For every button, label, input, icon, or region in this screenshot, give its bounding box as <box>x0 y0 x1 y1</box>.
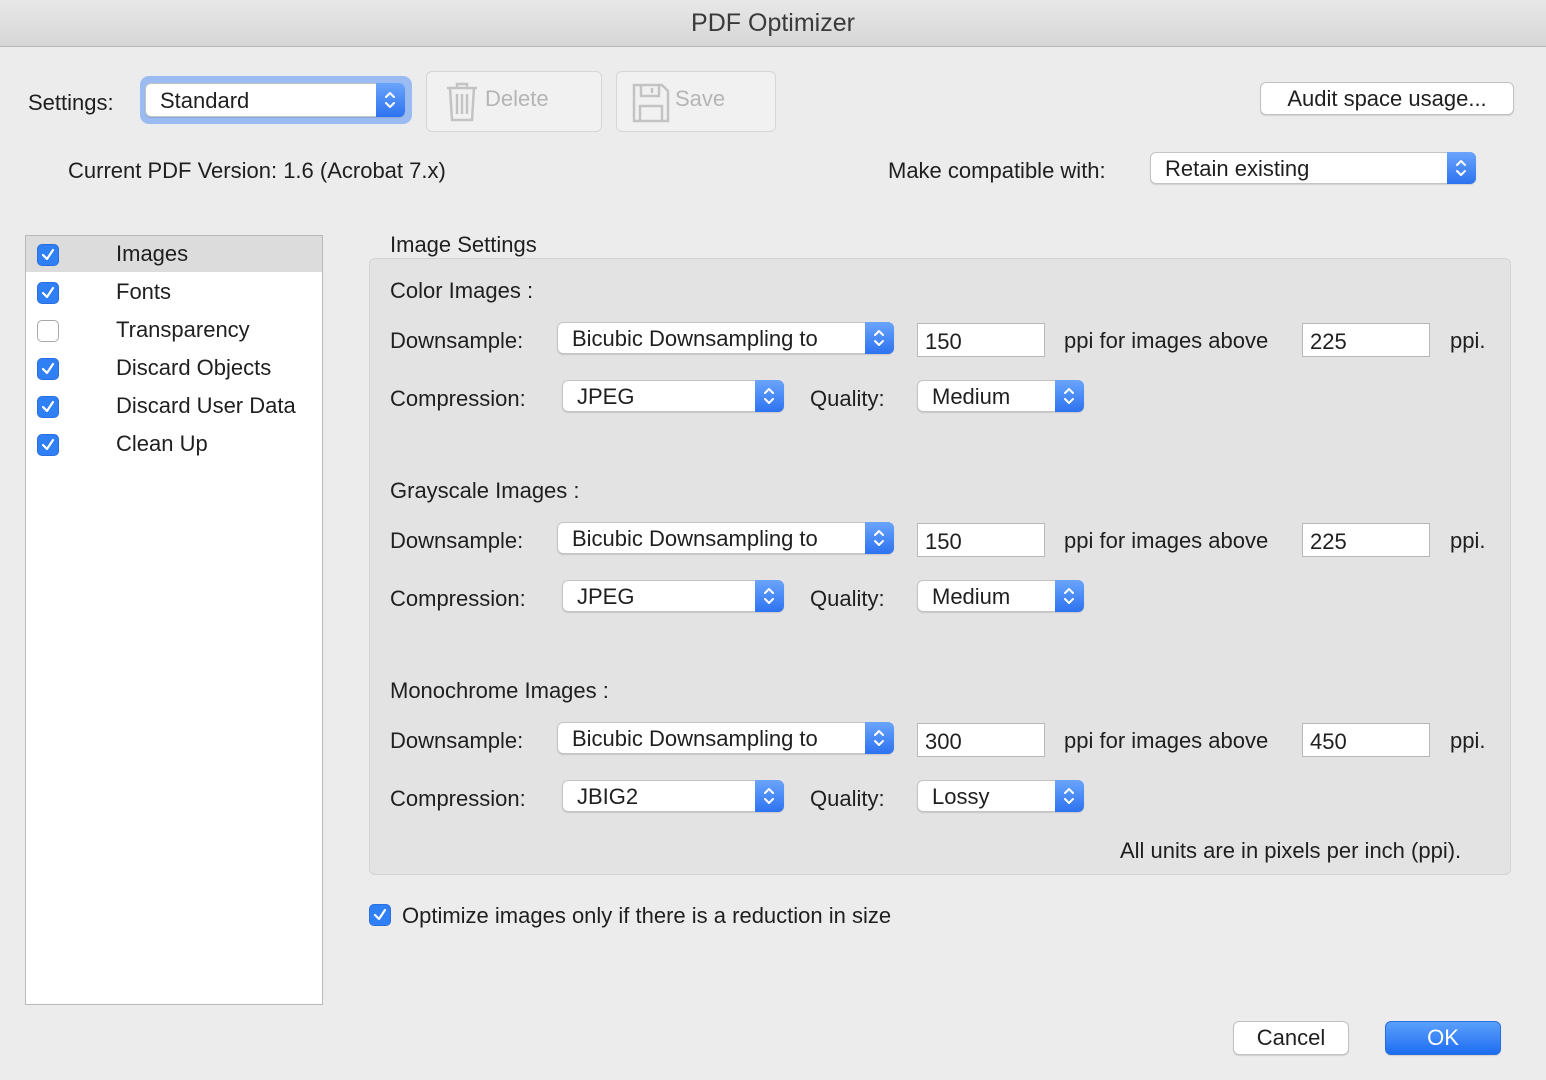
panel-item-discard-objects[interactable]: Discard Objects <box>26 350 322 386</box>
make-compatible-label: Make compatible with: <box>888 158 1106 183</box>
chevron-updown-icon <box>755 780 784 812</box>
panel-item-fonts[interactable]: Fonts <box>26 274 322 310</box>
panel-item-clean-up[interactable]: Clean Up <box>26 426 322 462</box>
ppi-end-label: ppi. <box>1450 528 1486 553</box>
grayscale-ppi-input[interactable]: 150 <box>917 523 1045 557</box>
color-compression-select[interactable]: JPEG <box>562 380 784 412</box>
chevron-updown-icon <box>1055 580 1084 612</box>
panel-item-fonts-checkbox[interactable] <box>37 282 59 304</box>
panel-item-clean-up-checkbox[interactable] <box>37 434 59 456</box>
grayscale-quality-select[interactable]: Medium <box>917 580 1084 612</box>
chevron-updown-icon <box>865 322 894 354</box>
save-button[interactable]: Save <box>616 71 776 132</box>
chevron-updown-icon <box>1447 152 1476 184</box>
grayscale-compression-value: JPEG <box>577 584 635 609</box>
panel-item-label: Clean Up <box>116 431 208 456</box>
ppi-end-label: ppi. <box>1450 728 1486 753</box>
panel-item-label: Fonts <box>116 279 172 304</box>
panel-item-label: Images <box>116 241 189 266</box>
monochrome-compression-value: JBIG2 <box>577 784 639 809</box>
save-button-label: Save <box>675 86 726 111</box>
monochrome-downsample-value: Bicubic Downsampling to <box>572 726 818 751</box>
settings-select[interactable]: Standard <box>145 83 405 117</box>
monochrome-quality-select[interactable]: Lossy <box>917 780 1084 812</box>
image-settings-title: Image Settings <box>390 232 537 257</box>
delete-button-label: Delete <box>485 86 549 111</box>
window-titlebar: PDF Optimizer <box>0 0 1546 47</box>
window-title: PDF Optimizer <box>691 8 855 37</box>
make-compatible-value: Retain existing <box>1165 156 1310 181</box>
downsample-label: Downsample: <box>390 728 524 753</box>
optimize-only-label: Optimize images only if there is a reduc… <box>402 903 892 928</box>
ppi-end-label: ppi. <box>1450 328 1486 353</box>
downsample-label: Downsample: <box>390 328 524 353</box>
chevron-updown-icon <box>376 83 405 117</box>
monochrome-quality-value: Lossy <box>932 784 990 809</box>
ppi-above-label: ppi for images above <box>1064 528 1269 553</box>
color-ppi-input[interactable]: 150 <box>917 323 1045 357</box>
compression-label: Compression: <box>390 786 526 811</box>
floppy-disk-icon <box>631 82 671 130</box>
make-compatible-select[interactable]: Retain existing <box>1150 152 1476 184</box>
chevron-updown-icon <box>755 580 784 612</box>
monochrome-above-input[interactable]: 450 <box>1302 723 1430 757</box>
chevron-updown-icon <box>755 380 784 412</box>
units-note: All units are in pixels per inch (ppi). <box>1120 838 1462 863</box>
cancel-button[interactable]: Cancel <box>1233 1021 1349 1055</box>
chevron-updown-icon <box>865 522 894 554</box>
panel-item-discard-objects-checkbox[interactable] <box>37 358 59 380</box>
chevron-updown-icon <box>865 722 894 754</box>
quality-label: Quality: <box>810 386 885 411</box>
panel-item-images-checkbox[interactable] <box>37 244 59 266</box>
grayscale-downsample-select[interactable]: Bicubic Downsampling to <box>557 522 894 554</box>
panel-item-discard-user-data[interactable]: Discard User Data <box>26 388 322 424</box>
panel-item-transparency-checkbox[interactable] <box>37 320 59 342</box>
current-pdf-version: Current PDF Version: 1.6 (Acrobat 7.x) <box>68 158 446 183</box>
ppi-above-label: ppi for images above <box>1064 728 1269 753</box>
delete-button[interactable]: Delete <box>426 71 602 132</box>
grayscale-quality-value: Medium <box>932 584 1011 609</box>
quality-label: Quality: <box>810 586 885 611</box>
compression-label: Compression: <box>390 586 526 611</box>
panel-item-label: Transparency <box>116 317 250 342</box>
optimize-only-checkbox[interactable] <box>369 904 391 926</box>
grayscale-downsample-value: Bicubic Downsampling to <box>572 526 818 551</box>
color-quality-value: Medium <box>932 384 1011 409</box>
ppi-above-label: ppi for images above <box>1064 328 1269 353</box>
settings-label: Settings: <box>28 90 114 115</box>
grayscale-compression-select[interactable]: JPEG <box>562 580 784 612</box>
panel-item-images[interactable]: Images <box>26 236 322 272</box>
monochrome-images-title: Monochrome Images : <box>390 678 609 703</box>
color-downsample-value: Bicubic Downsampling to <box>572 326 818 351</box>
color-quality-select[interactable]: Medium <box>917 380 1084 412</box>
panel-item-label: Discard User Data <box>116 393 296 418</box>
panel-item-label: Discard Objects <box>116 355 272 380</box>
color-compression-value: JPEG <box>577 384 635 409</box>
panel-item-transparency[interactable]: Transparency <box>26 312 322 348</box>
color-images-title: Color Images : <box>390 278 534 303</box>
ok-button[interactable]: OK <box>1385 1021 1501 1055</box>
chevron-updown-icon <box>1055 780 1084 812</box>
panel-list: Images Fonts Transparency Discard Object… <box>25 235 323 1005</box>
grayscale-above-input[interactable]: 225 <box>1302 523 1430 557</box>
panel-item-discard-user-data-checkbox[interactable] <box>37 396 59 418</box>
monochrome-ppi-input[interactable]: 300 <box>917 723 1045 757</box>
audit-space-usage-button[interactable]: Audit space usage... <box>1260 82 1514 115</box>
color-downsample-select[interactable]: Bicubic Downsampling to <box>557 322 894 354</box>
monochrome-compression-select[interactable]: JBIG2 <box>562 780 784 812</box>
monochrome-downsample-select[interactable]: Bicubic Downsampling to <box>557 722 894 754</box>
downsample-label: Downsample: <box>390 528 524 553</box>
grayscale-images-title: Grayscale Images : <box>390 478 580 503</box>
color-above-input[interactable]: 225 <box>1302 323 1430 357</box>
compression-label: Compression: <box>390 386 526 411</box>
chevron-updown-icon <box>1055 380 1084 412</box>
trash-icon <box>443 80 481 130</box>
quality-label: Quality: <box>810 786 885 811</box>
settings-select-value: Standard <box>160 88 250 113</box>
